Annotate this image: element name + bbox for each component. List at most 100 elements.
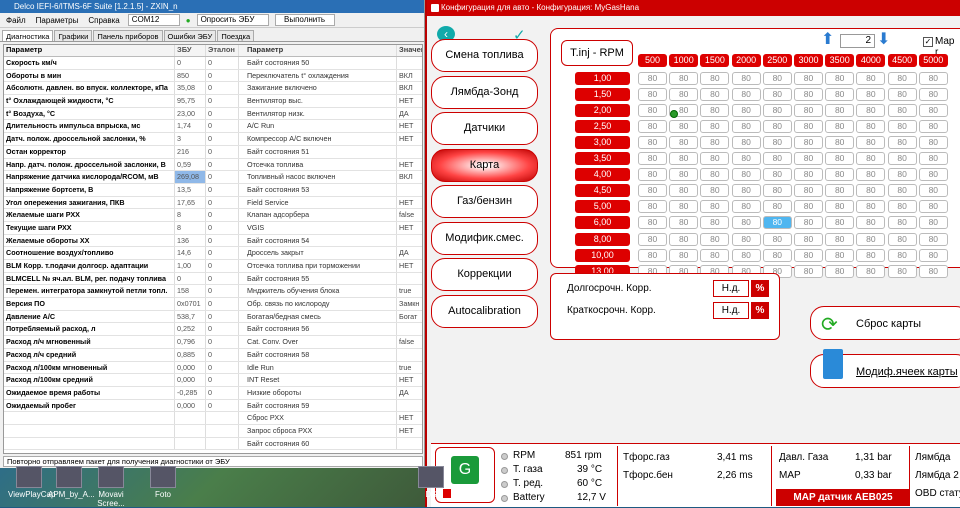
map-cell[interactable]: 80: [825, 200, 855, 214]
map-cell[interactable]: 80: [669, 136, 699, 150]
rpm-header[interactable]: 4500: [887, 54, 917, 67]
desktop-icon[interactable]: Foto: [142, 466, 184, 499]
map-cell[interactable]: 80: [669, 88, 699, 102]
map-cell[interactable]: 80: [762, 104, 792, 118]
desktop-icon[interactable]: ViewPlayCap: [8, 466, 55, 499]
table-row[interactable]: t° Охлаждающей жидкости, °С 95,75 0 Вентиля…: [4, 95, 422, 108]
map-cell[interactable]: 80: [762, 200, 792, 214]
map-cell[interactable]: 80: [825, 136, 855, 150]
tinj-header[interactable]: 2,50: [575, 120, 630, 134]
map-cell[interactable]: 80: [794, 248, 823, 262]
table-row[interactable]: Угол опережения зажигания, ПКВ 17,65 0 Fiel…: [4, 196, 422, 210]
rpm-header[interactable]: 2000: [731, 54, 761, 67]
table-row[interactable]: Сброс РХХ НЕТ: [4, 412, 422, 425]
map-cell[interactable]: 80: [825, 104, 855, 118]
map-cell[interactable]: 80: [794, 72, 823, 85]
desktop-icon[interactable]: APM_by_A...: [48, 466, 95, 499]
table-row[interactable]: Напряжение бортсети, В 13,5 0 Байт состояни…: [4, 183, 422, 197]
reset-map-button[interactable]: ⟳ Сброс карты: [810, 306, 960, 340]
map-cell[interactable]: 80: [794, 120, 823, 134]
map-cell[interactable]: 80: [856, 264, 886, 278]
map-cell[interactable]: 80: [762, 232, 792, 246]
map-cell[interactable]: 80: [918, 200, 948, 214]
menu-file[interactable]: Файл: [4, 16, 28, 25]
tab-dashboard[interactable]: Панель приборов: [93, 30, 163, 41]
table-row[interactable]: Запрос сброса РХХ НЕТ: [4, 424, 422, 438]
map-cell[interactable]: 80: [731, 248, 761, 262]
map-cell[interactable]: 80: [825, 88, 855, 102]
table-row[interactable]: Расход л/ч средний 0,885 0 Байт состояния 5…: [4, 348, 422, 362]
map-cell[interactable]: 80: [638, 184, 667, 198]
map-cell[interactable]: 80: [887, 168, 917, 182]
map-cell[interactable]: 80: [856, 168, 886, 182]
map-cell[interactable]: 80: [887, 120, 917, 134]
map-cell[interactable]: 80: [731, 136, 761, 150]
map-cell[interactable]: 80: [918, 120, 948, 134]
rpm-header[interactable]: 5000: [918, 54, 948, 67]
table-row[interactable]: Потребляемый расход, л 0,252 0 Байт состоян…: [4, 323, 422, 337]
tab-graphs[interactable]: Графики: [54, 30, 93, 41]
run-button[interactable]: Выполнить: [274, 14, 335, 26]
map-cell[interactable]: 80: [669, 72, 699, 85]
map-cell[interactable]: 80: [918, 248, 948, 262]
map-cell[interactable]: 80: [794, 136, 823, 150]
map-cell[interactable]: 80: [669, 232, 699, 246]
tab-diagnostics[interactable]: Диагностика: [2, 30, 54, 41]
map-cell[interactable]: 80: [700, 232, 730, 246]
tinj-header[interactable]: 1,50: [575, 88, 630, 102]
arrow-up-icon[interactable]: ⬆: [821, 32, 835, 50]
map-cell[interactable]: 80: [794, 216, 823, 230]
map-cell[interactable]: 80: [825, 184, 855, 198]
map-cell[interactable]: 80: [669, 152, 699, 166]
map-cell[interactable]: 80: [825, 216, 855, 230]
map-cell[interactable]: 80: [856, 248, 886, 262]
nav-button-6[interactable]: Модифик.смес.: [431, 221, 538, 255]
tinj-header[interactable]: 6,00: [575, 216, 630, 230]
map-cell[interactable]: 80: [638, 88, 667, 102]
tinj-header[interactable]: 1,00: [575, 72, 630, 85]
map-cell[interactable]: 80: [731, 216, 761, 230]
map-cell[interactable]: 80: [700, 168, 730, 182]
table-row[interactable]: Расход л/100км мгновенный 0,000 0 Idle Run t…: [4, 361, 422, 375]
map-cell[interactable]: 80: [918, 72, 948, 85]
map-cell[interactable]: 80: [669, 200, 699, 214]
header-ref[interactable]: Эталон: [206, 45, 239, 56]
map-cell[interactable]: 80: [762, 72, 792, 85]
map-cell[interactable]: 80: [669, 120, 699, 134]
map-cell[interactable]: 80: [731, 88, 761, 102]
table-row[interactable]: Абсолютн. давлен. во впуск. коллекторе, …: [4, 82, 422, 96]
map-cell[interactable]: 80: [700, 88, 730, 102]
desktop-icon[interactable]: DS: [410, 466, 452, 499]
map-cell[interactable]: 80: [856, 152, 886, 166]
map-checkbox[interactable]: ✓: [923, 37, 933, 47]
map-cell[interactable]: 80: [856, 72, 886, 85]
header-param[interactable]: Параметр: [4, 45, 175, 56]
table-row[interactable]: Скорость км/ч 0 0 Байт состояния 50: [4, 57, 422, 70]
table-row[interactable]: Ожидаемое время работы -0,285 0 Низкие обор…: [4, 386, 422, 400]
map-cell[interactable]: 80: [887, 152, 917, 166]
map-cell[interactable]: 80: [700, 152, 730, 166]
map-cell[interactable]: 80: [887, 264, 917, 278]
map-cell[interactable]: 80: [856, 88, 886, 102]
map-cell[interactable]: 80: [856, 104, 886, 118]
modify-cells-button[interactable]: Модиф.ячеек карты: [810, 349, 960, 388]
map-cell[interactable]: 80: [638, 216, 667, 230]
map-cell[interactable]: 80: [762, 168, 792, 182]
map-cell[interactable]: 80: [918, 216, 948, 230]
map-cell[interactable]: 80: [794, 184, 823, 198]
map-cell[interactable]: 80: [825, 248, 855, 262]
map-cell[interactable]: 80: [731, 120, 761, 134]
nav-button-8[interactable]: Autocalibration: [431, 294, 538, 328]
table-row[interactable]: BLM Корр. т.подачи долгоср. адаптации 1,0…: [4, 260, 422, 273]
table-row[interactable]: Ожидаемый пробег 0,000 0 Байт состояния 59: [4, 399, 422, 413]
table-row[interactable]: Текущие шаги РХХ 8 0 VGIS НЕТ: [4, 221, 422, 235]
map-cell[interactable]: 80: [887, 216, 917, 230]
tinj-header[interactable]: 4,00: [575, 168, 630, 182]
map-cell[interactable]: 80: [918, 168, 948, 182]
rpm-header[interactable]: 500: [638, 54, 667, 67]
map-cell[interactable]: 80: [731, 200, 761, 214]
table-row[interactable]: Расход л/100км средний 0,000 0 INT Reset НЕТ: [4, 374, 422, 387]
map-cell[interactable]: 80: [918, 104, 948, 118]
map-cell[interactable]: 80: [700, 216, 730, 230]
map-cell[interactable]: 80: [887, 72, 917, 85]
